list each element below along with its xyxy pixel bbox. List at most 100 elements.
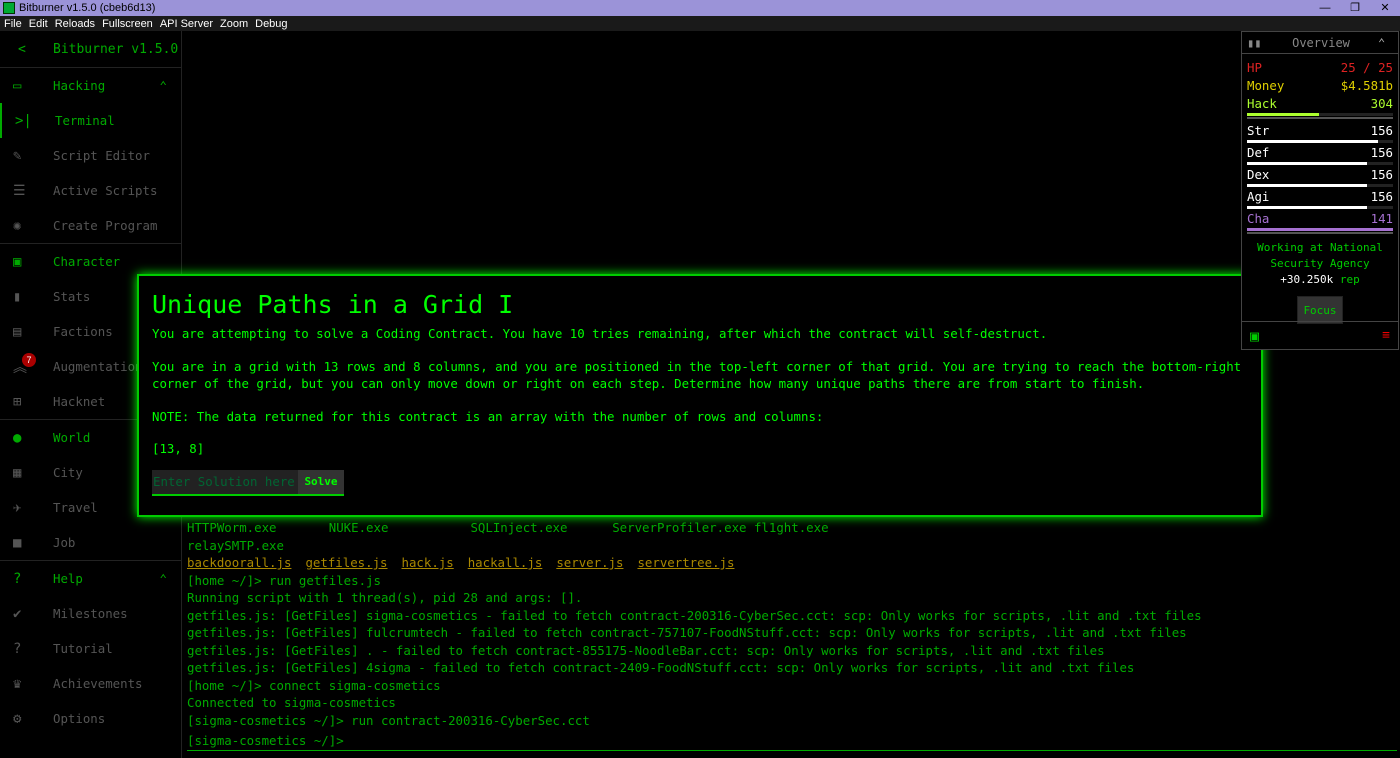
question-circle-icon: ? bbox=[13, 640, 22, 657]
stat-progress-fill bbox=[1247, 162, 1367, 165]
terminal-line: getfiles.js: [GetFiles] 4sigma - failed … bbox=[187, 660, 1135, 675]
script-link[interactable]: hack.js bbox=[402, 555, 454, 570]
stat-row-cha: Cha 141 bbox=[1247, 210, 1393, 228]
stat-progress-fill bbox=[1247, 228, 1393, 231]
notification-badge: 7 bbox=[22, 353, 36, 367]
item-label: Factions bbox=[53, 324, 113, 339]
menu-edit[interactable]: Edit bbox=[29, 18, 48, 30]
terminal-line: HTTPWorm.exe NUKE.exe SQLInject.exe Serv… bbox=[187, 520, 829, 535]
money-row: Money $4.581b bbox=[1247, 77, 1393, 95]
stat-progress-bar bbox=[1247, 228, 1393, 231]
pencil-icon: ✎ bbox=[13, 147, 22, 164]
collapse-sidebar-icon[interactable]: < bbox=[0, 42, 53, 57]
stat-label: Hack bbox=[1247, 96, 1277, 111]
item-label: Job bbox=[53, 535, 76, 550]
menu-reloads[interactable]: Reloads bbox=[55, 18, 95, 30]
category-label: Character bbox=[53, 254, 121, 269]
sidebar-header: < Bitburner v1.5.0 bbox=[0, 31, 181, 68]
script-link[interactable]: hackall.js bbox=[468, 555, 543, 570]
item-label: Achievements bbox=[53, 676, 143, 691]
stat-progress-bar bbox=[1247, 140, 1393, 143]
bug-icon: ✺ bbox=[13, 217, 22, 234]
work-status: Working at National Security Agency +30.… bbox=[1247, 240, 1393, 288]
contacts-icon: ▤ bbox=[13, 323, 22, 340]
terminal-line: relaySMTP.exe bbox=[187, 537, 284, 553]
sidebar-title: Bitburner v1.5.0 bbox=[53, 41, 179, 57]
maximize-button[interactable]: ❐ bbox=[1340, 0, 1370, 16]
hp-row: HP 25 / 25 bbox=[1247, 59, 1393, 77]
kill-scripts-icon[interactable]: ≡ bbox=[1382, 328, 1390, 343]
menu-file[interactable]: File bbox=[4, 18, 22, 30]
gear-icon: ⚙ bbox=[13, 710, 22, 727]
terminal-line: [home ~/]> run getfiles.js bbox=[187, 572, 381, 588]
category-label: World bbox=[53, 430, 91, 445]
bar-chart-icon: ▮ bbox=[13, 288, 22, 305]
menu-debug[interactable]: Debug bbox=[255, 18, 287, 30]
terminal-output: HTTPWorm.exe NUKE.exe SQLInject.exe Serv… bbox=[187, 519, 1397, 729]
hp-value: 25 / 25 bbox=[1340, 60, 1393, 75]
sidebar-item-tutorial[interactable]: ? Tutorial bbox=[0, 631, 181, 666]
menu-fullscreen[interactable]: Fullscreen bbox=[102, 18, 153, 30]
window-title: Bitburner v1.5.0 (cbeb6d13) bbox=[19, 2, 156, 14]
stat-row-str: Str 156 bbox=[1247, 122, 1393, 140]
close-button[interactable]: ✕ bbox=[1370, 0, 1400, 16]
hp-label: HP bbox=[1247, 60, 1262, 75]
script-link[interactable]: servertree.js bbox=[637, 555, 734, 570]
airplane-icon: ✈ bbox=[13, 499, 22, 516]
money-value: $4.581b bbox=[1340, 78, 1393, 93]
sidebar-item-job[interactable]: ■ Job bbox=[0, 525, 181, 560]
terminal-line: getfiles.js: [GetFiles] fulcrumtech - fa… bbox=[187, 625, 1187, 640]
stat-value: 141 bbox=[1370, 211, 1393, 226]
contract-title: Unique Paths in a Grid I bbox=[152, 290, 514, 319]
sidebar-category-help[interactable]: ? Help ⌃ bbox=[0, 561, 181, 596]
chevron-up-icon: ⌃ bbox=[159, 571, 167, 586]
stat-row-def: Def 156 bbox=[1247, 144, 1393, 162]
stat-value: 156 bbox=[1370, 145, 1393, 160]
menu-api-server[interactable]: API Server bbox=[160, 18, 213, 30]
stat-progress-bar bbox=[1247, 162, 1393, 165]
item-label: Milestones bbox=[53, 606, 128, 621]
list-icon: ☰ bbox=[13, 182, 26, 199]
sidebar-item-create-program[interactable]: ✺ Create Program bbox=[0, 208, 181, 243]
stat-progress-bar bbox=[1247, 113, 1393, 116]
terminal-icon: >| bbox=[15, 112, 32, 129]
stat-value: 304 bbox=[1370, 96, 1393, 111]
city-icon: ▦ bbox=[13, 464, 22, 481]
stat-row-dex: Dex 156 bbox=[1247, 166, 1393, 184]
item-label: Terminal bbox=[55, 113, 115, 128]
stat-progress-bar bbox=[1247, 184, 1393, 187]
terminal-prompt: [sigma-cosmetics ~/]> bbox=[187, 733, 344, 748]
help-icon: ? bbox=[13, 570, 22, 587]
stat-value: 156 bbox=[1370, 123, 1393, 138]
sidebar-item-options[interactable]: ⚙ Options bbox=[0, 701, 181, 736]
work-prefix: Working at bbox=[1257, 241, 1330, 254]
sidebar-category-hacking[interactable]: ▭ Hacking ⌃ bbox=[0, 68, 181, 103]
check-icon: ✔ bbox=[13, 605, 22, 622]
briefcase-icon: ■ bbox=[13, 534, 22, 551]
app-logo-icon bbox=[3, 2, 15, 14]
solution-input[interactable] bbox=[152, 469, 298, 496]
sidebar-item-script-editor[interactable]: ✎ Script Editor bbox=[0, 138, 181, 173]
terminal-input[interactable]: [sigma-cosmetics ~/]> bbox=[187, 731, 1397, 751]
overview-title: Overview bbox=[1292, 35, 1350, 50]
solve-button[interactable]: Solve bbox=[298, 469, 344, 496]
focus-button[interactable]: Focus bbox=[1297, 296, 1343, 324]
script-list: backdoorall.js getfiles.js hack.js hackall.… bbox=[187, 554, 1397, 572]
script-link[interactable]: backdoorall.js bbox=[187, 555, 291, 570]
sidebar-item-terminal[interactable]: >| Terminal bbox=[0, 103, 181, 138]
menu-zoom[interactable]: Zoom bbox=[220, 18, 248, 30]
sidebar-item-active-scripts[interactable]: ☰ Active Scripts bbox=[0, 173, 181, 208]
terminal-line: Running script with 1 thread(s), pid 28 … bbox=[187, 590, 583, 605]
minimize-button[interactable]: — bbox=[1310, 0, 1340, 16]
save-icon[interactable]: ▣ bbox=[1250, 327, 1259, 345]
script-link[interactable]: getfiles.js bbox=[305, 555, 387, 570]
coding-contract-modal: Unique Paths in a Grid I You are attempt… bbox=[137, 274, 1263, 517]
item-label: Options bbox=[53, 711, 106, 726]
sidebar-item-milestones[interactable]: ✔ Milestones bbox=[0, 596, 181, 631]
laptop-icon: ▭ bbox=[13, 77, 22, 94]
script-link[interactable]: server.js bbox=[556, 555, 623, 570]
sidebar-item-achievements[interactable]: ♛ Achievements bbox=[0, 666, 181, 701]
item-label: Augmentations bbox=[53, 359, 150, 374]
collapse-chevron-icon[interactable]: ⌃ bbox=[1378, 36, 1398, 50]
category-label: Hacking bbox=[53, 78, 106, 93]
